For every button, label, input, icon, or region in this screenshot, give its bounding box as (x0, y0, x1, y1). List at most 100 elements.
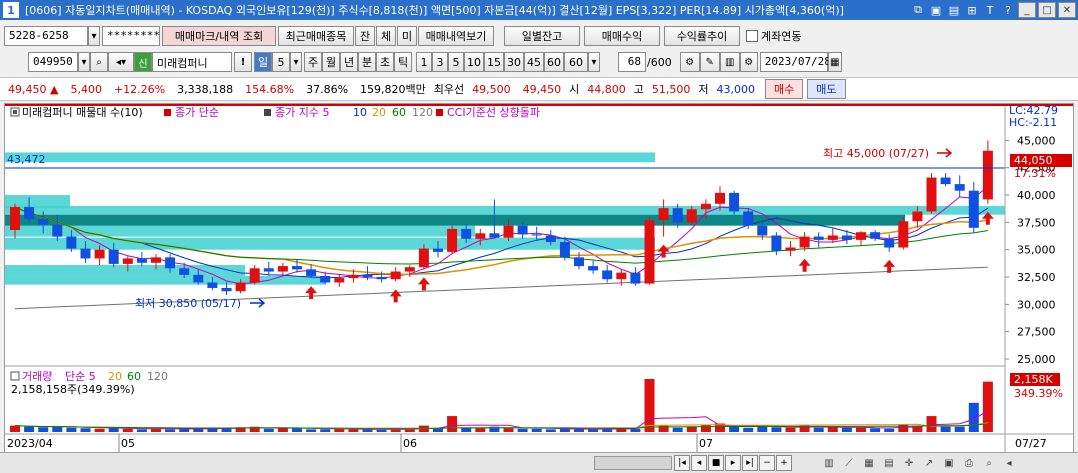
account-input[interactable]: 5228-6258 (4, 26, 88, 46)
candle-body (827, 235, 838, 240)
legend-close-index-swatch (264, 109, 271, 116)
price-chart[interactable]: 미래컴퍼니 매물대 수(10) 종가 단순 종가 지수 5 10 20 60 1… (5, 104, 1073, 452)
interval-45-button[interactable]: 45 (524, 52, 544, 72)
candle-body (320, 275, 331, 283)
bottom-bar: |◂ ◂ ■ ▸ ▸| − + ▥ ⟋ ▦ ▤ ✛ ↗ ▣ ⎙ ⌕ ◂ (0, 452, 1078, 473)
help-icon[interactable]: ? (1000, 2, 1016, 18)
password-input[interactable]: ******** (102, 26, 160, 46)
layout-icon[interactable]: ▣ (928, 2, 944, 18)
interval-10-button[interactable]: 10 (464, 52, 484, 72)
unexecuted-button[interactable]: 미 (397, 26, 417, 46)
collapse-icon[interactable]: ◂ (1000, 455, 1018, 471)
chart-scrollbar[interactable] (594, 456, 672, 470)
trend-icon[interactable]: ↗ (920, 455, 938, 471)
prev-icon[interactable]: ◂ (691, 455, 707, 471)
period-second-button[interactable]: 초 (376, 52, 394, 72)
stock-code-input[interactable]: 049950 (28, 52, 78, 72)
grid-icon[interactable]: ▦ (860, 455, 878, 471)
magnifier-icon[interactable]: ⌕ (980, 455, 998, 471)
volume-bar (66, 427, 77, 432)
interval-3-button[interactable]: 3 (432, 52, 448, 72)
interval-1-button[interactable]: 1 (416, 52, 432, 72)
interval-custom-field[interactable]: 60 (564, 52, 588, 72)
candle-body (926, 177, 937, 212)
candle-body (461, 228, 472, 239)
period-day-button[interactable]: 일 (254, 52, 272, 72)
drawing-tools-icon[interactable]: ✎ (699, 52, 720, 72)
trade-profit-button[interactable]: 매매수익 (584, 26, 660, 46)
capture-icon[interactable]: ▣ (940, 455, 958, 471)
alert-icon[interactable]: ! (234, 52, 252, 72)
last-icon[interactable]: ▸| (742, 455, 758, 471)
legend-close-simple[interactable]: 종가 단순 (175, 106, 219, 119)
volume-bar (841, 427, 852, 432)
stock-name-field: 미래컴퍼니 (152, 52, 232, 72)
legend-close-index[interactable]: 종가 지수 5 (275, 106, 329, 119)
buy-button[interactable]: 매수 (765, 79, 804, 99)
minimize-button[interactable]: _ (1018, 2, 1036, 18)
candle-body (80, 248, 91, 259)
save-icon[interactable]: ▥ (719, 52, 740, 72)
print-icon[interactable]: ⎙ (960, 455, 978, 471)
interval-30-button[interactable]: 30 (504, 52, 524, 72)
pin-icon[interactable]: ⊞ (964, 2, 980, 18)
period-tick-button[interactable]: 틱 (394, 52, 412, 72)
period-minute-button[interactable]: 분 (358, 52, 376, 72)
next-icon[interactable]: ▸ (725, 455, 741, 471)
candle-body (954, 184, 965, 191)
legend-title[interactable]: 미래컴퍼니 매물대 수(10) (22, 106, 143, 119)
bar-chart-icon[interactable]: ▥ (820, 455, 838, 471)
trade-mark-query-button[interactable]: 매매마크/내역 조회 (162, 26, 276, 46)
date-input[interactable]: 2023/07/28 (759, 52, 831, 72)
account-dropdown-icon[interactable]: ▾ (88, 26, 100, 46)
interval-5-button[interactable]: 5 (448, 52, 464, 72)
account-link-checkbox[interactable] (746, 30, 758, 42)
prev-next-stock-icon[interactable]: ◂▾ (108, 52, 134, 72)
line-chart-icon[interactable]: ⟋ (840, 455, 858, 471)
interval-60-button[interactable]: 60 (544, 52, 564, 72)
close-button[interactable]: ✕ (1058, 2, 1076, 18)
recent-trades-button[interactable]: 최근매매종목 (278, 26, 354, 46)
menu-icon[interactable]: ▤ (946, 2, 962, 18)
font-icon[interactable]: T (982, 2, 998, 18)
search-icon[interactable]: ⌕ (90, 52, 108, 72)
buy-mark-icon (657, 244, 670, 258)
chart-tool-buttons: ▥ ⟋ ▦ ▤ ✛ ↗ ▣ ⎙ ⌕ ◂ (820, 455, 1018, 471)
legend-cci[interactable]: CCI기준선 상향돌파 (447, 106, 540, 119)
table-icon[interactable]: ▤ (880, 455, 898, 471)
link-window-icon[interactable]: ⧉ (910, 2, 926, 18)
first-icon[interactable]: |◂ (674, 455, 690, 471)
daily-balance-button[interactable]: 일별잔고 (504, 26, 580, 46)
chart-panel[interactable]: 미래컴퍼니 매물대 수(10) 종가 단순 종가 지수 5 10 20 60 1… (4, 103, 1074, 453)
crosshair-icon[interactable]: ✛ (900, 455, 918, 471)
period-year-button[interactable]: 년 (340, 52, 358, 72)
balance-button[interactable]: 잔 (355, 26, 375, 46)
candle-body (574, 257, 584, 267)
stock-dropdown-icon[interactable]: ▾ (78, 52, 90, 72)
period-multiplier[interactable]: 5 (272, 52, 290, 72)
executed-button[interactable]: 체 (376, 26, 396, 46)
candle-body (715, 192, 725, 204)
sell-button[interactable]: 매도 (807, 79, 846, 99)
period-week-button[interactable]: 주 (304, 52, 322, 72)
maximize-button[interactable]: □ (1038, 2, 1056, 18)
candle-body (602, 270, 613, 280)
stop-icon[interactable]: ■ (708, 455, 724, 471)
period-dropdown-icon[interactable]: ▾ (290, 52, 302, 72)
zoom-in-icon[interactable]: + (776, 455, 792, 471)
interval-15-button[interactable]: 15 (484, 52, 504, 72)
volume-bar (348, 429, 359, 432)
settings-icon[interactable]: ⚙ (739, 52, 758, 72)
volume-bar (644, 379, 655, 432)
period-month-button[interactable]: 월 (322, 52, 340, 72)
vol-legend-label[interactable]: 거래량 (22, 370, 52, 383)
trade-history-button[interactable]: 매매내역보기 (418, 26, 494, 46)
candle-body (531, 234, 542, 236)
zoom-out-icon[interactable]: − (759, 455, 775, 471)
indicator-settings-icon[interactable]: ⚙ (679, 52, 700, 72)
bar-count-input[interactable]: 68 (618, 52, 646, 72)
interval-dropdown-icon[interactable]: ▾ (588, 52, 600, 72)
profit-trend-button[interactable]: 수익률추이 (664, 26, 740, 46)
candle-body (235, 282, 246, 292)
calendar-icon[interactable]: ▦ (827, 52, 842, 72)
